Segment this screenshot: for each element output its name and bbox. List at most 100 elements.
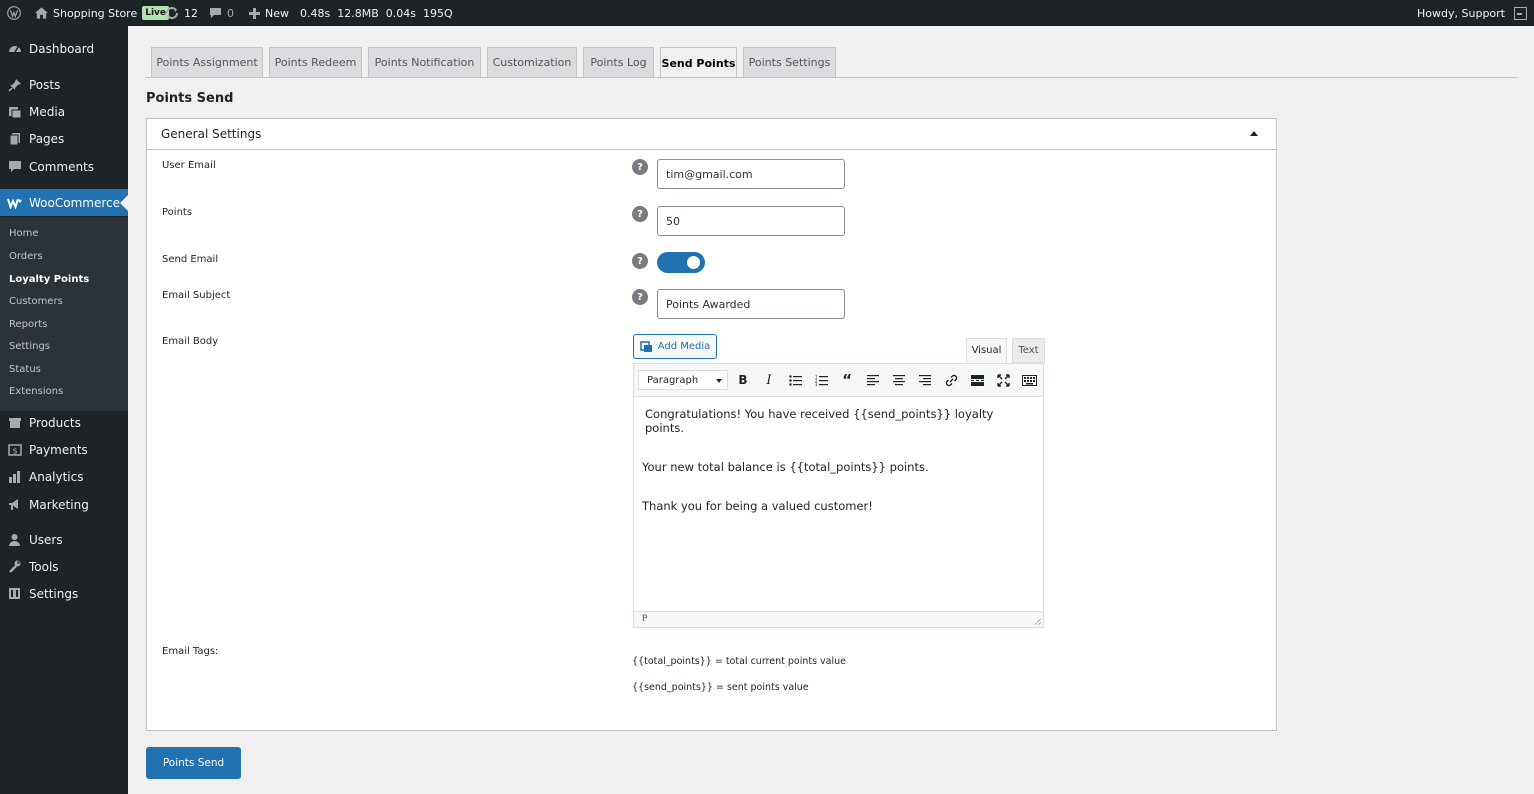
email-body-label: Email Body [162, 336, 219, 347]
menu-settings[interactable]: Settings [0, 580, 128, 607]
query-monitor-stats[interactable]: 0.48s 12.8MB 0.04s 195Q [300, 0, 453, 26]
media-icon [639, 340, 652, 352]
element-path[interactable]: P [642, 614, 647, 624]
tab-points-assignment[interactable]: Points Assignment [151, 47, 263, 78]
home-icon [35, 7, 48, 19]
align-center-icon[interactable] [891, 372, 907, 388]
add-media-label: Add Media [657, 341, 711, 352]
perf-stats: 0.48s 12.8MB 0.04s 195Q [300, 6, 453, 20]
read-more-icon[interactable] [969, 372, 985, 388]
email-subject-label: Email Subject [162, 290, 231, 301]
updates-count: 12 [184, 6, 198, 20]
analytics-icon [7, 469, 22, 484]
send-email-toggle[interactable] [657, 252, 705, 273]
dashboard-icon [7, 41, 22, 56]
panel-title: General Settings [161, 127, 262, 141]
email-tag-total-points: {{total_points}} = total current points … [632, 656, 847, 667]
menu-media[interactable]: Media [0, 98, 128, 125]
align-left-icon[interactable] [865, 372, 881, 388]
add-media-button[interactable]: Add Media [633, 334, 717, 359]
admin-sidebar: Dashboard Posts Media Pages Comments Woo… [0, 26, 128, 794]
page-title: Points Send [146, 91, 234, 106]
tools-icon [7, 559, 22, 574]
numbered-list-icon[interactable]: 123 [813, 372, 829, 388]
italic-icon[interactable]: I [761, 372, 777, 388]
submenu-extensions[interactable]: Extensions [9, 386, 63, 397]
bullet-list-icon[interactable] [787, 372, 803, 388]
comment-icon [210, 8, 221, 18]
editor-tab-text[interactable]: Text [1012, 338, 1045, 363]
editor-toolbar: Paragraph B I 123 “ [634, 364, 1043, 397]
submenu-reports[interactable]: Reports [9, 319, 47, 330]
help-icon[interactable]: ? [632, 206, 648, 222]
user-email-field[interactable] [657, 159, 845, 189]
pin-icon [7, 77, 22, 92]
resize-handle-icon[interactable] [1034, 618, 1041, 625]
comments-link[interactable]: 0 [209, 0, 234, 26]
menu-payments[interactable]: $ Payments [0, 436, 128, 463]
new-content-link[interactable]: New [249, 0, 289, 26]
editor-content[interactable]: Congratulations! You have received {{sen… [634, 397, 1043, 611]
tab-divider [146, 77, 1517, 78]
settings-icon [7, 586, 22, 601]
menu-woocommerce[interactable]: WooCommerce [0, 189, 128, 216]
menu-dashboard[interactable]: Dashboard [0, 35, 128, 62]
panel-header[interactable]: General Settings [147, 119, 1276, 150]
submenu-status[interactable]: Status [9, 364, 41, 375]
menu-marketing[interactable]: Marketing [0, 491, 128, 518]
menu-products[interactable]: Products [0, 409, 128, 436]
submenu-orders[interactable]: Orders [9, 251, 43, 262]
menu-label: Tools [29, 559, 59, 574]
wordpress-logo-icon[interactable] [7, 0, 21, 26]
menu-label: Products [29, 415, 81, 430]
my-account-link[interactable]: Howdy, Support [1417, 0, 1527, 26]
help-icon[interactable]: ? [632, 253, 648, 269]
menu-label: WooCommerce [29, 195, 120, 210]
align-right-icon[interactable] [917, 372, 933, 388]
menu-analytics[interactable]: Analytics [0, 463, 128, 490]
bold-icon[interactable]: B [735, 372, 751, 388]
submenu-settings[interactable]: Settings [9, 341, 50, 352]
tab-points-log[interactable]: Points Log [583, 47, 654, 78]
menu-label: Settings [29, 586, 79, 601]
tab-points-notification[interactable]: Points Notification [368, 47, 481, 78]
site-name-link[interactable]: Shopping Store Live [35, 0, 170, 26]
points-send-button[interactable]: Points Send [146, 747, 241, 779]
submenu-home[interactable]: Home [9, 228, 39, 239]
toolbar-toggle-icon[interactable] [1021, 372, 1037, 388]
link-icon[interactable] [943, 372, 959, 388]
help-icon[interactable]: ? [632, 159, 648, 175]
tab-points-redeem[interactable]: Points Redeem [269, 47, 362, 78]
send-email-label: Send Email [162, 254, 219, 265]
tab-points-settings[interactable]: Points Settings [743, 47, 836, 78]
general-settings-panel: General Settings User Email ? Points ? S… [146, 118, 1277, 731]
submenu-loyalty-points[interactable]: Loyalty Points [9, 274, 89, 285]
comment-icon [7, 159, 22, 174]
plus-icon [249, 7, 260, 19]
submenu-customers[interactable]: Customers [9, 296, 63, 307]
points-field[interactable] [657, 206, 845, 236]
svg-text:$: $ [12, 446, 17, 455]
help-icon[interactable]: ? [632, 289, 648, 305]
media-icon [7, 104, 22, 119]
collapse-arrow-icon[interactable] [1250, 131, 1258, 136]
editor-statusbar: P [634, 611, 1043, 627]
menu-posts[interactable]: Posts [0, 71, 128, 98]
site-name: Shopping Store [53, 6, 138, 20]
new-label: New [265, 6, 289, 20]
format-select[interactable]: Paragraph [638, 370, 728, 390]
menu-users[interactable]: Users [0, 526, 128, 553]
fullscreen-icon[interactable] [995, 372, 1011, 388]
menu-tools[interactable]: Tools [0, 553, 128, 580]
blockquote-icon[interactable]: “ [839, 371, 855, 389]
editor-tab-visual[interactable]: Visual [966, 338, 1007, 363]
updates-link[interactable]: 12 [165, 0, 198, 26]
menu-comments[interactable]: Comments [0, 153, 128, 180]
tab-send-points[interactable]: Send Points [660, 47, 737, 79]
email-subject-field[interactable] [657, 289, 845, 319]
tab-customization[interactable]: Customization [487, 47, 577, 78]
body-paragraph: Congratulations! You have received {{sen… [645, 407, 994, 435]
marketing-icon [7, 497, 22, 512]
menu-pages[interactable]: Pages [0, 125, 128, 152]
menu-label: Dashboard [29, 41, 95, 56]
